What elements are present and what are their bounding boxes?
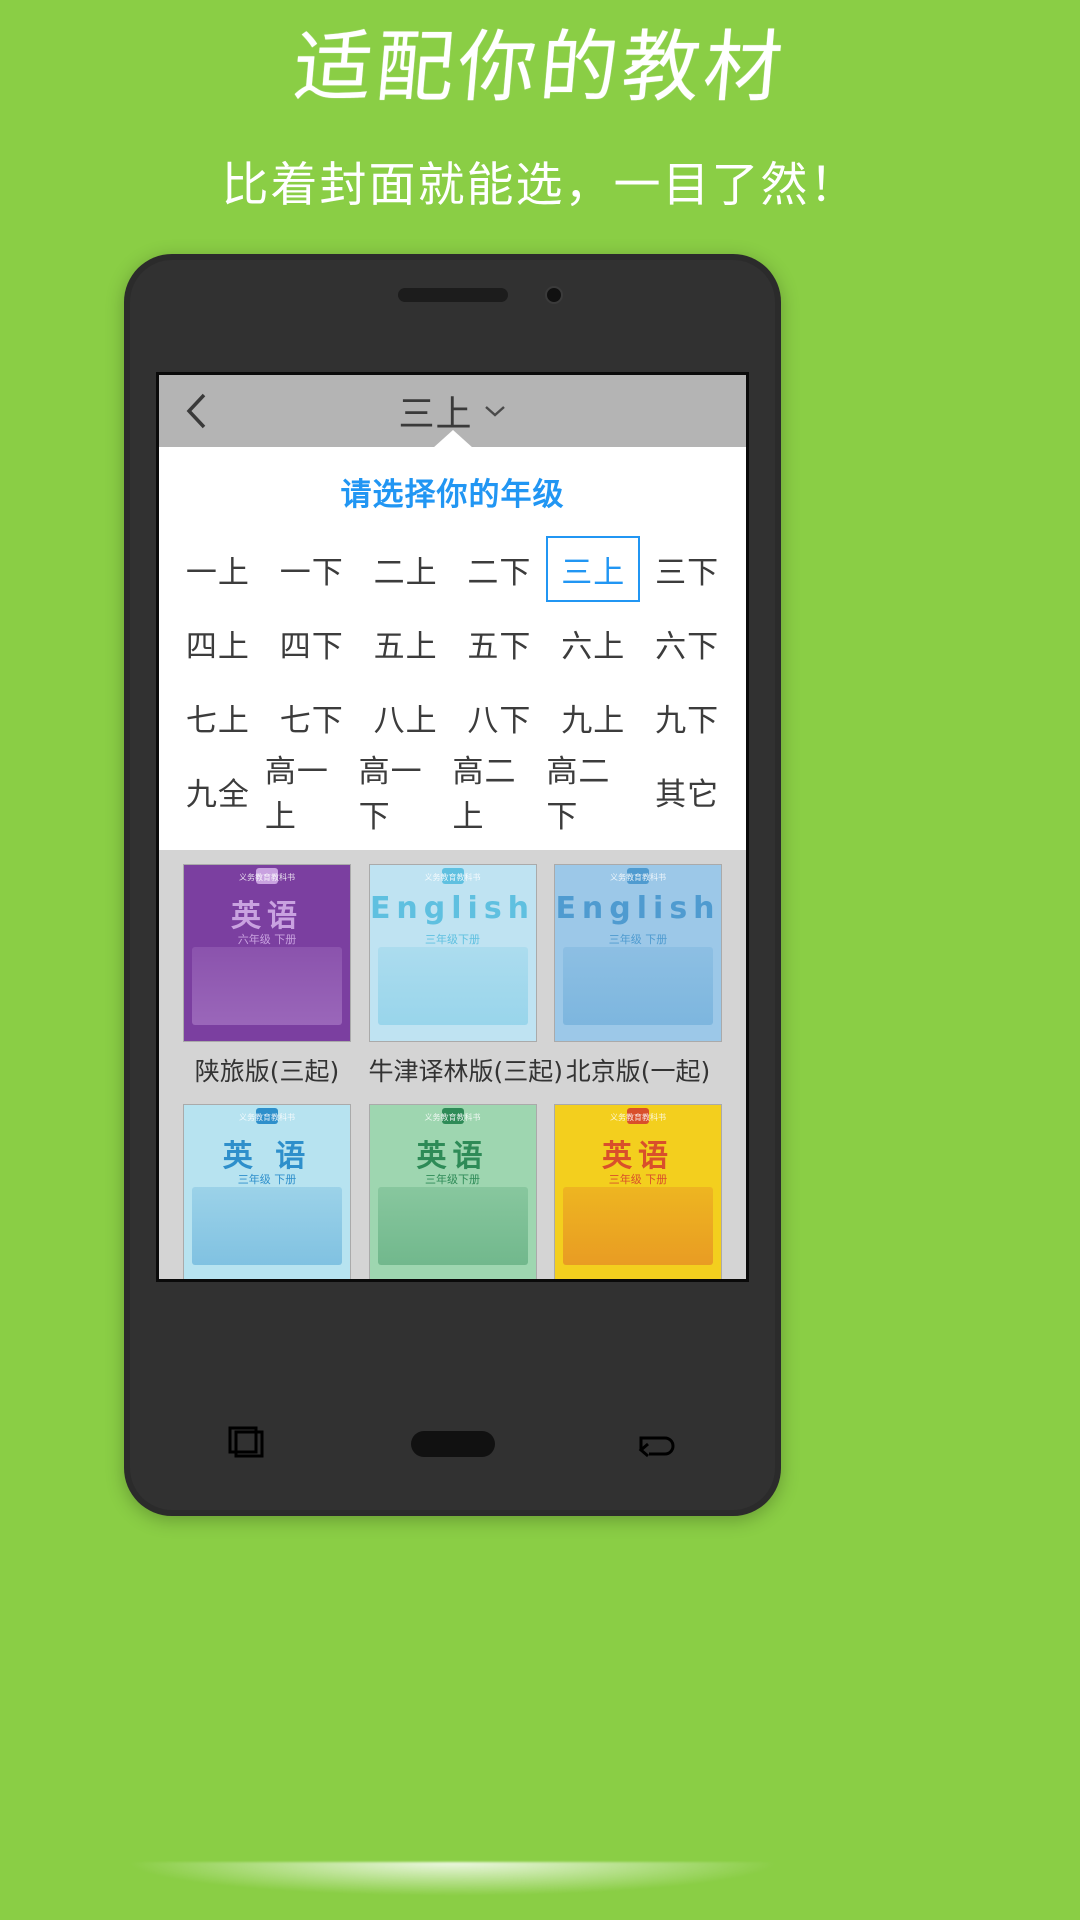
cover-illustration (563, 1187, 713, 1265)
grade-dropdown-panel: 请选择你的年级 一上 一下 二上 二下 三上 三下四上 四下 五上 五下 六上 六下七上 七下 八上 八下… (159, 430, 746, 850)
grade-option-九全[interactable]: 九全 (171, 758, 265, 824)
cover-subtitle: 六年级 下册 (237, 933, 297, 946)
grade-option-五下[interactable]: 五下 (453, 610, 547, 676)
cover-top-text: 义务教育教科书 (610, 1113, 666, 1122)
phone-camera-icon (544, 286, 563, 304)
promo-header: 适配你的教材 比着封面就能选，一目了然！ (0, 0, 1080, 215)
cover-illustration (192, 947, 342, 1025)
android-navigation-bar (156, 1396, 749, 1492)
cover-title: 英 语 (222, 1139, 312, 1174)
grade-option-高二下[interactable]: 高二下 (546, 754, 640, 835)
recents-square-icon[interactable] (226, 1424, 272, 1464)
textbook-item[interactable]: 义务教育教科书 English 三年级下册牛津译林版(三起) (368, 864, 564, 1088)
cover-subtitle: 三年级 下册 (237, 1173, 297, 1186)
chevron-down-icon[interactable] (483, 404, 507, 418)
grade-option-六下[interactable]: 六下 (640, 610, 734, 676)
cover-illustration (563, 947, 713, 1025)
cover-top-text: 义务教育教科书 (239, 873, 295, 882)
home-pill-icon[interactable] (411, 1431, 496, 1457)
textbook-label: 陕旅版(三起) (194, 1057, 340, 1086)
grade-option-二上[interactable]: 二上 (359, 536, 453, 602)
grade-option-一下[interactable]: 一下 (265, 536, 359, 602)
textbook-item[interactable]: 义务教育教科书英 语三年级 下册陕旅版(三起) (183, 1104, 351, 1279)
grade-option-七上[interactable]: 七上 (171, 684, 265, 750)
back-arrow-icon[interactable] (635, 1424, 679, 1464)
chevron-left-icon (186, 393, 206, 429)
phone-speaker (397, 288, 508, 302)
textbook-cover[interactable]: 义务教育教科书英语 六年级 下册 (183, 864, 351, 1042)
cover-top-text: 义务教育教科书 (610, 873, 666, 882)
grade-grid: 一上 一下 二上 二下 三上 三下 四上 四下 五上 五下 六上 六下 七上 七下 八上 八下 九上 九下 九全 高一… (159, 536, 746, 835)
textbook-cover[interactable]: 义务教育教科书英语 三年级 下册 (554, 1104, 722, 1279)
textbook-list: 义务教育教科书 英语 六年级 下册 陕旅版(三起) 义务教育教科书 English 三年级下… (159, 850, 746, 1279)
cover-illustration (377, 1187, 528, 1265)
back-button[interactable] (159, 375, 235, 447)
cover-top-text: 义务教育教科书 (239, 1113, 295, 1122)
grade-option-三上[interactable]: 三上 (546, 536, 641, 602)
textbook-row: 义务教育教科书 英语 六年级 下册 陕旅版(三起) 义务教育教科书 English 三年级下… (169, 850, 736, 1090)
textbook-cover[interactable]: 义务教育教科书英语 三年级下册 (368, 1104, 537, 1279)
textbook-label: 牛津译林版(三起) (368, 1057, 564, 1086)
textbook-row: 义务教育教科书英 语三年级 下册陕旅版(三起)义务教育教科书英语三年级下册牛津译… (169, 1090, 736, 1279)
cover-title: English (369, 891, 536, 926)
cover-subtitle: 三年级下册 (425, 933, 480, 946)
grade-option-五上[interactable]: 五上 (359, 610, 453, 676)
cover-title: 英语 (231, 899, 303, 934)
cover-title: 英语 (602, 1139, 674, 1174)
cover-top-text: 义务教育教科书 (424, 873, 481, 882)
cover-illustration (192, 1187, 342, 1265)
phone-mockup: 三上 请选择你的年级 一上 一下 二上 二下 三上 三下四上 四下 五上 五下 六上 六下七上 七下八… (124, 254, 781, 1516)
grade-option-一上[interactable]: 一上 (171, 536, 265, 602)
grade-option-三下[interactable]: 三下 (640, 536, 734, 602)
grade-option-四下[interactable]: 四下 (265, 610, 359, 676)
grade-option-八下[interactable]: 八下 (453, 684, 547, 750)
cover-illustration (377, 947, 528, 1025)
grade-option-高二上[interactable]: 高二上 (453, 754, 547, 835)
cover-subtitle: 三年级 下册 (608, 933, 668, 946)
grade-option-九上[interactable]: 九上 (546, 684, 640, 750)
grade-option-八上[interactable]: 八上 (359, 684, 453, 750)
grade-option-七下[interactable]: 七下 (265, 684, 359, 750)
page-title: 适配你的教材 (290, 23, 790, 113)
textbook-item[interactable]: 义务教育教科书英语三年级 下册北京版(一起) (554, 1104, 722, 1279)
grade-option-其它[interactable]: 其它 (640, 758, 734, 824)
grade-option-高一下[interactable]: 高一下 (359, 754, 453, 835)
textbook-item[interactable]: 义务教育教科书英语三年级下册牛津译林版(三起) (368, 1104, 537, 1279)
grade-option-高一上[interactable]: 高一上 (265, 754, 359, 835)
phone-screen: 三上 请选择你的年级 一上 一下 二上 二下 三上 三下四上 四下 五上 五下 六上 六下七上 七下八… (156, 372, 749, 1282)
grade-option-六上[interactable]: 六上 (546, 610, 640, 676)
dropdown-pointer (432, 430, 473, 448)
cover-subtitle: 三年级 下册 (608, 1173, 668, 1186)
textbook-item[interactable]: 义务教育教科书英语 六年级 下册陕旅版(三起) (183, 864, 351, 1088)
page-subtitle: 比着封面就能选，一目了然！ (221, 158, 859, 214)
cover-title: 英语 (416, 1139, 489, 1174)
cover-subtitle: 三年级下册 (425, 1173, 480, 1186)
cover-title: English (555, 891, 721, 926)
dropdown-title: 请选择你的年级 (340, 477, 565, 513)
cover-top-text: 义务教育教科书 (424, 1113, 481, 1122)
grade-option-四上[interactable]: 四上 (171, 610, 265, 676)
textbook-cover[interactable]: 义务教育教科书 English 三年级下册 (368, 864, 537, 1042)
phone-reflection (124, 1862, 781, 1896)
textbook-item[interactable]: 义务教育教科书 English 三年级 下册北京版(一起) (554, 864, 722, 1088)
textbook-cover[interactable]: 义务教育教科书 English 三年级 下册 (554, 864, 722, 1042)
textbook-label: 北京版(一起) (565, 1057, 711, 1086)
grade-option-九下[interactable]: 九下 (640, 684, 734, 750)
textbook-cover[interactable]: 义务教育教科书英 语三年级 下册 (183, 1104, 351, 1279)
grade-option-二下[interactable]: 二下 (453, 536, 547, 602)
